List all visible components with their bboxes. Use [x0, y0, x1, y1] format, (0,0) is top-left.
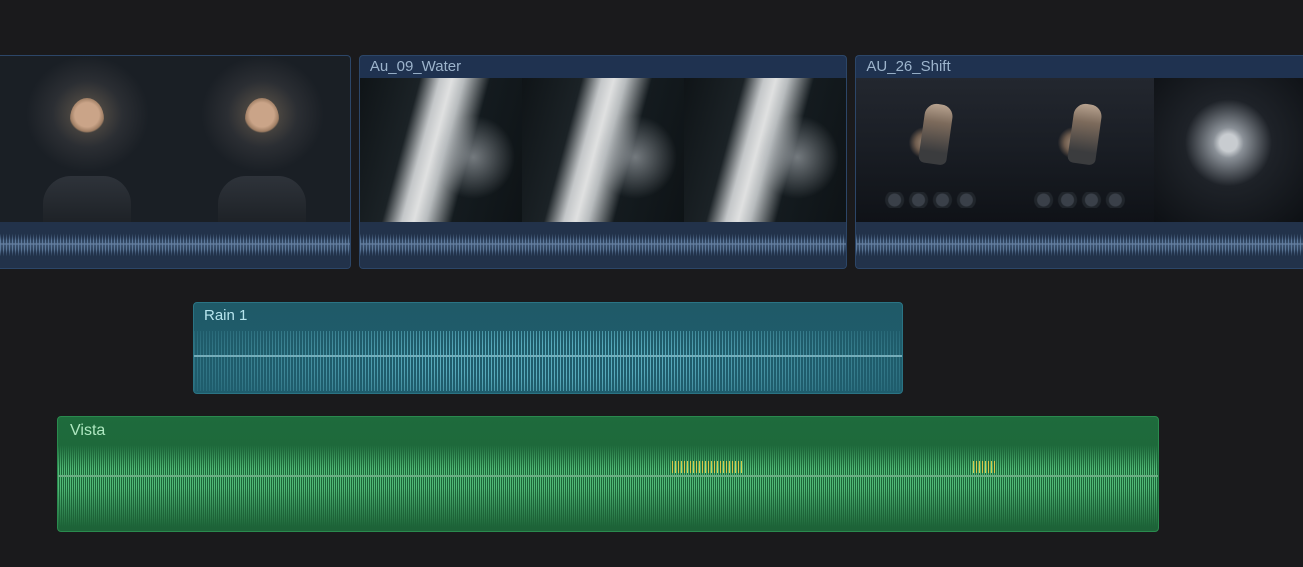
clip-marker-icon[interactable] — [265, 268, 279, 269]
video-clip-label: Au_09_Water — [360, 56, 846, 78]
video-audio-waveform-icon — [856, 222, 1303, 268]
audio-peak-icon — [973, 461, 997, 473]
video-audio-waveform-icon — [0, 222, 350, 268]
audio-waveform-icon — [58, 477, 1158, 527]
video-thumbnail — [175, 56, 350, 222]
audio-clip-vista[interactable]: Vista — [57, 416, 1159, 532]
audio-clip-label: Rain 1 — [204, 307, 247, 324]
video-clip[interactable]: AU_26_Shift — [855, 55, 1303, 269]
video-thumbnail — [0, 56, 175, 222]
video-clip[interactable] — [0, 55, 351, 269]
video-thumbnail — [856, 78, 1005, 222]
video-filmstrip — [856, 78, 1303, 222]
video-clip-label: AU_26_Shift — [856, 56, 1303, 78]
video-filmstrip — [360, 78, 846, 222]
video-thumbnail — [360, 78, 522, 222]
video-clip[interactable]: Au_09_Water — [359, 55, 847, 269]
video-thumbnail — [522, 78, 684, 222]
audio-clip-rain[interactable]: Rain 1 — [193, 302, 903, 394]
audio-clip-label: Vista — [70, 422, 105, 440]
timeline[interactable]: Au_09_Water AU_26_Shift Rain 1 Vista — [0, 0, 1303, 567]
video-thumbnail — [1154, 78, 1303, 222]
video-thumbnail — [684, 78, 846, 222]
audio-waveform-icon — [194, 331, 902, 391]
video-filmstrip — [0, 56, 350, 222]
audio-peak-icon — [672, 461, 742, 473]
video-thumbnail — [1005, 78, 1154, 222]
clip-marker-icon[interactable] — [55, 268, 69, 269]
video-audio-waveform-icon — [360, 222, 846, 268]
primary-video-track[interactable]: Au_09_Water AU_26_Shift — [0, 55, 1303, 269]
